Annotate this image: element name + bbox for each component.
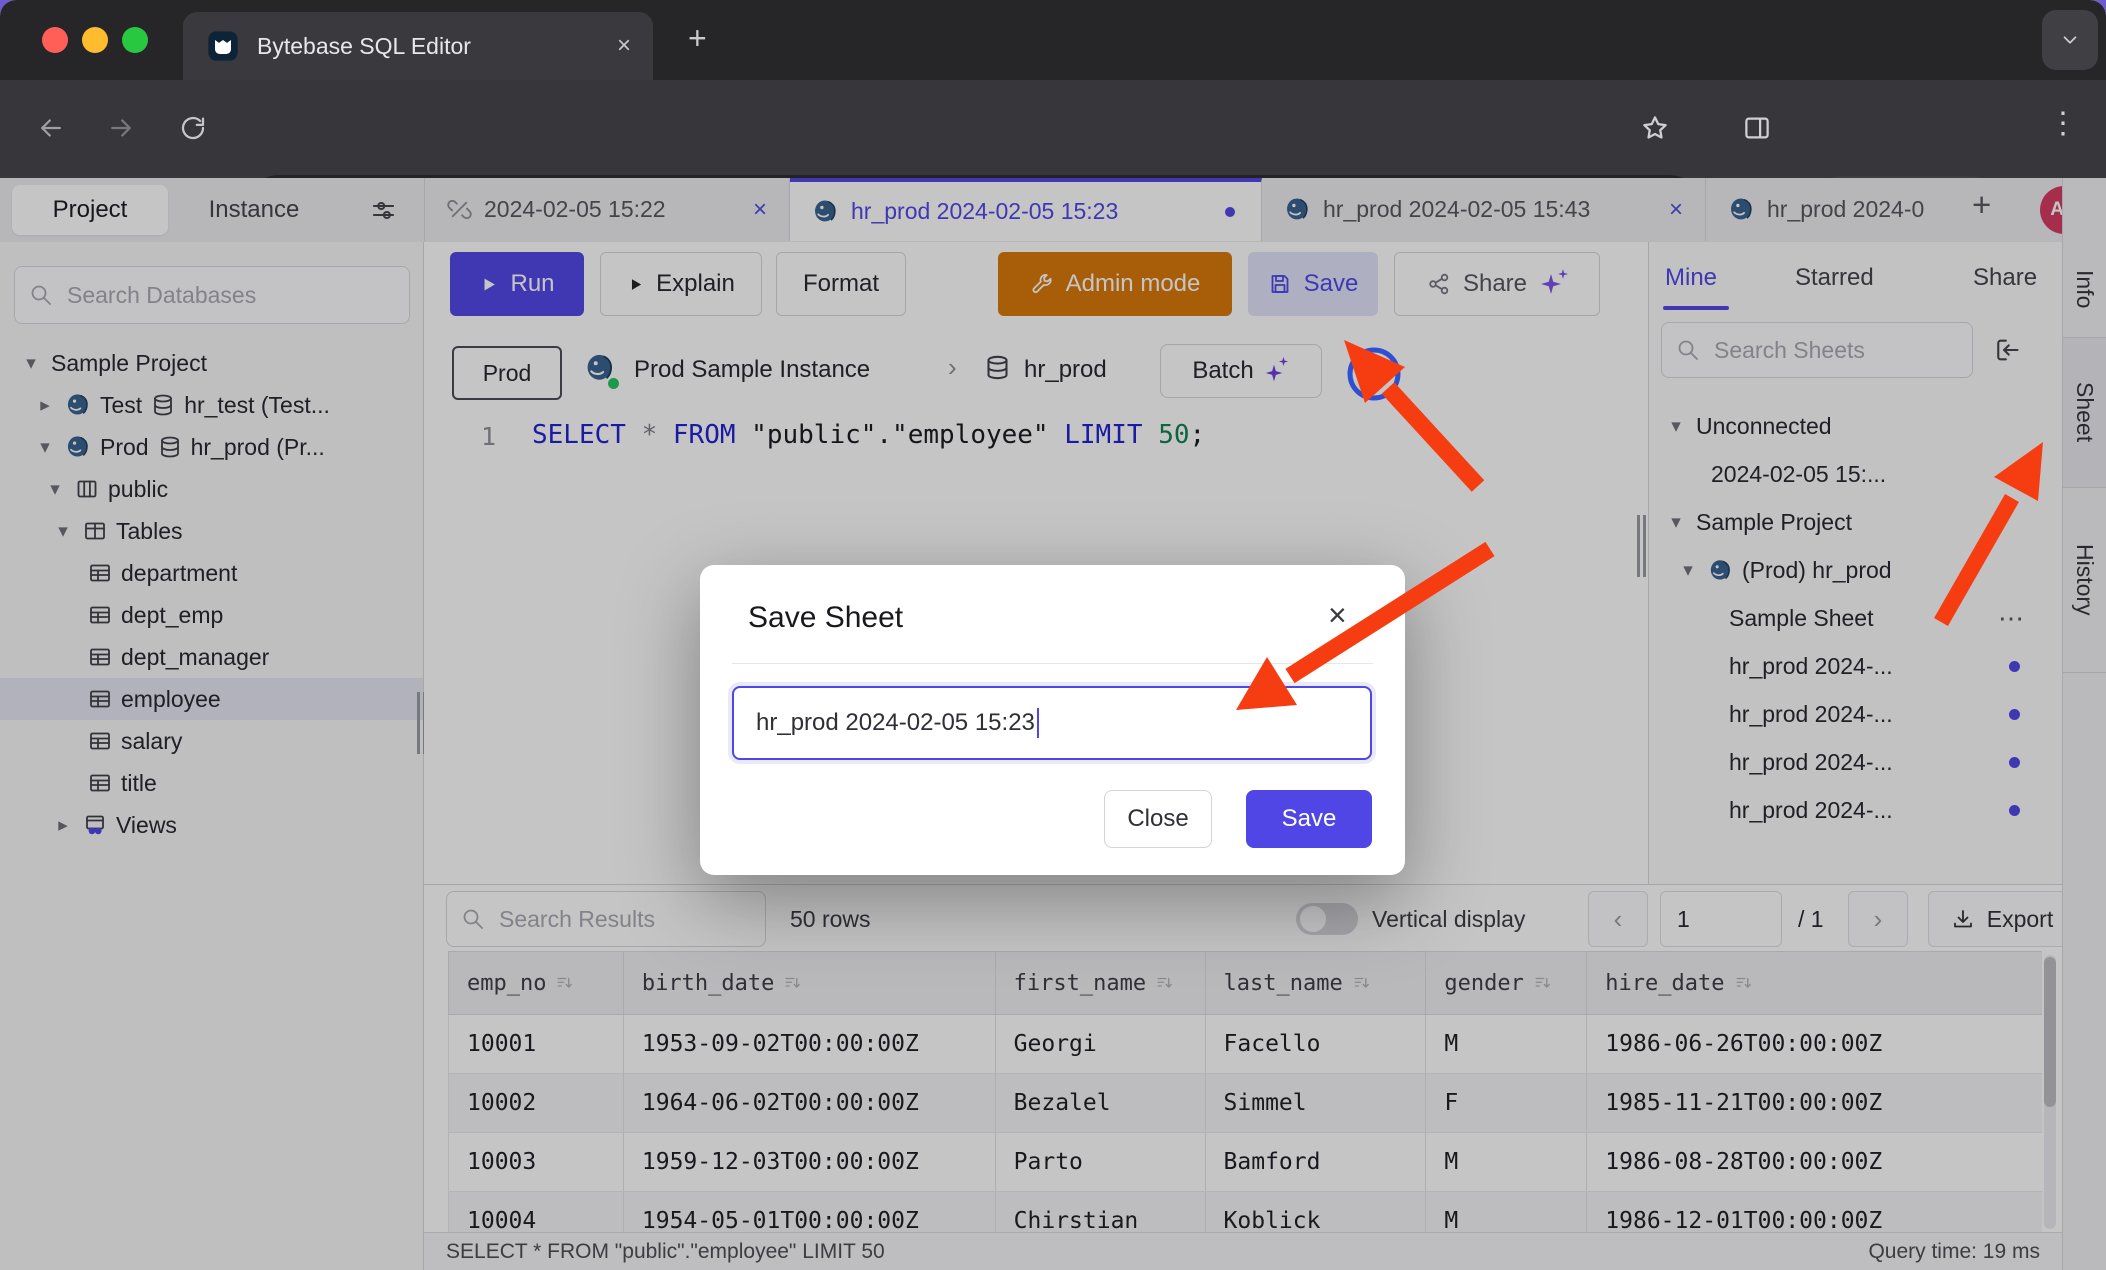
browser-urlbar: localhost:8080/sql-editor/prod-sample-in… xyxy=(0,80,2106,178)
dialog-title: Save Sheet xyxy=(748,601,903,635)
save-sheet-dialog: Save Sheet × hr_prod 2024-02-05 15:23 Cl… xyxy=(700,565,1405,875)
browser-tab-title: Bytebase SQL Editor xyxy=(257,33,471,60)
bookmark-star-icon[interactable] xyxy=(1640,113,1670,143)
tab-search-button[interactable] xyxy=(2042,10,2098,70)
dialog-close-icon[interactable]: × xyxy=(1328,597,1347,634)
browser-titlebar: Bytebase SQL Editor × + xyxy=(0,0,2106,80)
sheet-name-value: hr_prod 2024-02-05 15:23 xyxy=(756,709,1035,737)
save-button[interactable]: Save xyxy=(1246,790,1372,848)
bytebase-favicon xyxy=(207,30,239,62)
back-icon[interactable] xyxy=(36,113,66,143)
chevron-down-icon xyxy=(2059,29,2081,51)
browser-tab[interactable]: Bytebase SQL Editor × xyxy=(183,12,653,80)
dialog-divider xyxy=(732,663,1373,664)
side-panel-icon[interactable] xyxy=(1742,113,1772,143)
close-tab-icon[interactable]: × xyxy=(617,32,631,60)
text-cursor xyxy=(1037,708,1039,738)
bytebase-sql-editor-window: Bytebase SQL Editor × + localhost:8080/s… xyxy=(0,0,2106,1270)
close-button[interactable]: Close xyxy=(1104,790,1212,848)
close-window-button[interactable] xyxy=(42,27,68,53)
zoom-window-button[interactable] xyxy=(122,27,148,53)
reload-icon[interactable] xyxy=(178,113,208,143)
forward-icon[interactable] xyxy=(106,113,136,143)
browser-menu-icon[interactable]: ⋮ xyxy=(2048,106,2078,141)
sheet-name-input[interactable]: hr_prod 2024-02-05 15:23 xyxy=(732,686,1372,760)
new-tab-button[interactable]: + xyxy=(688,20,707,57)
save-label: Save xyxy=(1282,805,1337,833)
close-label: Close xyxy=(1127,805,1188,833)
minimize-window-button[interactable] xyxy=(82,27,108,53)
